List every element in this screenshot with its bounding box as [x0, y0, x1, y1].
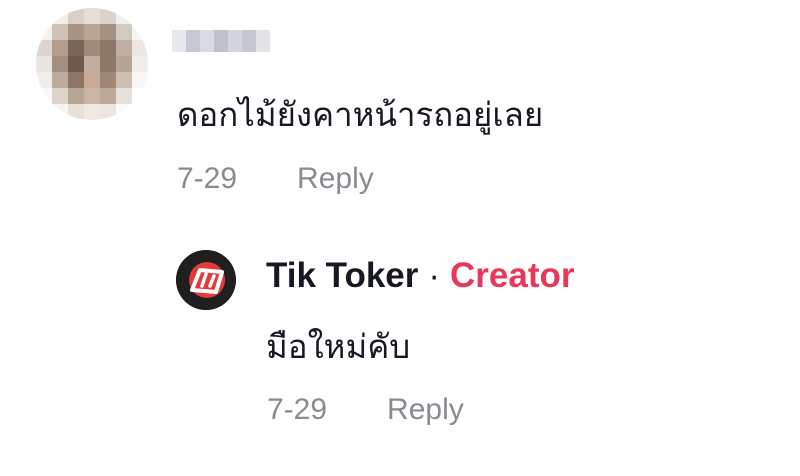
creator-logo-icon [176, 250, 236, 310]
reply-header: Tik Toker · Creator [266, 256, 575, 296]
comment-text: ดอกไม้ยังคาหน้ารถอยู่เลย [177, 95, 544, 134]
separator-dot: · [428, 256, 441, 295]
reply-text: มือใหม่คับ [266, 327, 411, 366]
reply-button[interactable]: Reply [387, 393, 464, 427]
reply-meta: 7-29 Reply [267, 393, 464, 427]
comment-date: 7-29 [177, 162, 238, 195]
creator-badge: Creator [450, 256, 575, 295]
comment-thread: ดอกไม้ยังคาหน้ารถอยู่เลย 7-29 Reply Tik … [0, 0, 800, 476]
reply-author[interactable]: Tik Toker [266, 256, 418, 296]
creator-avatar[interactable] [176, 250, 236, 310]
avatar[interactable] [36, 8, 148, 120]
reply-date: 7-29 [267, 393, 328, 426]
comment-meta: 7-29 Reply [177, 162, 374, 196]
reply-button[interactable]: Reply [297, 162, 374, 196]
username-redacted[interactable] [172, 30, 270, 52]
